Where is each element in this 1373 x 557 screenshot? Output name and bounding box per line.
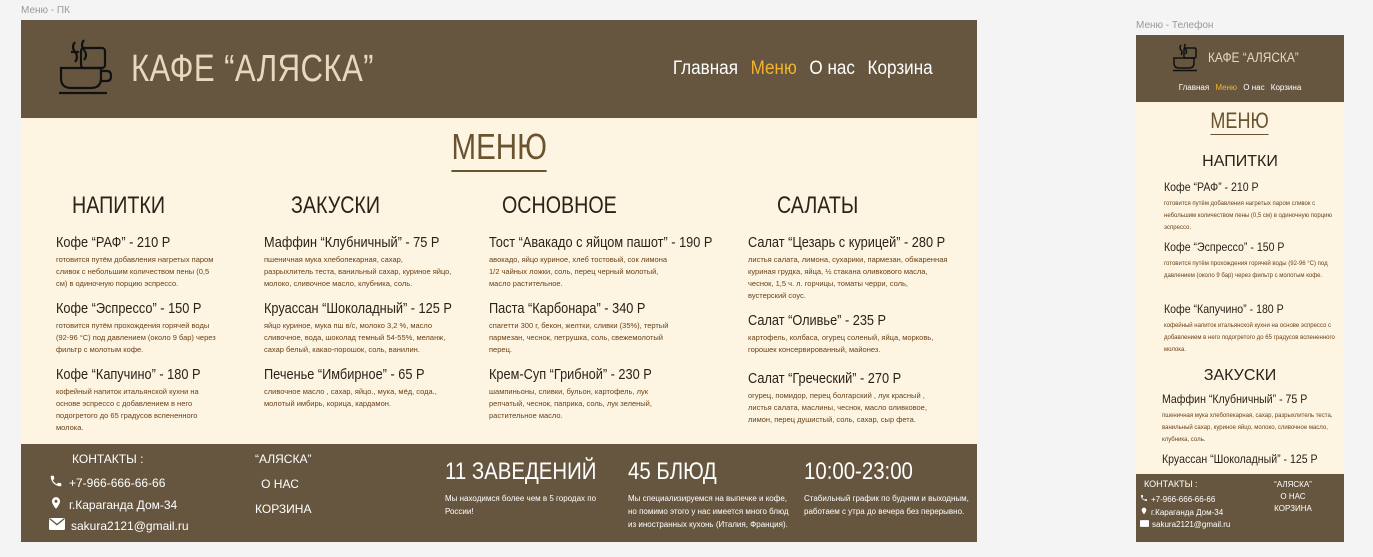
phone-frame-label: Меню - Телефон (1136, 20, 1214, 31)
coffee-logo-icon (57, 38, 113, 102)
menu-item[interactable]: Кофе “Эспрессо” - 150 Р готовится путём … (1164, 240, 1336, 282)
footer-link-about[interactable]: О НАС (255, 477, 305, 491)
address-contact[interactable]: г.Караганда Дом-34 (49, 496, 177, 513)
nav-menu[interactable]: Меню (751, 58, 797, 80)
menu-item[interactable]: Салат “Цезарь с курицей” - 280 Р листья … (748, 234, 948, 302)
phone-contact[interactable]: +7-966-666-66-66 (49, 474, 165, 491)
phone-page-title: МЕНЮ (1210, 108, 1270, 135)
footer-link-brand[interactable]: “АЛЯСКА” (1268, 479, 1318, 491)
phone-nav: Главная Меню О нас Корзина (1136, 83, 1344, 92)
email-contact[interactable]: sakura2121@gmail.ru (49, 518, 189, 533)
menu-item[interactable]: Паста “Карбонара” - 340 Р спагетти 300 г… (489, 300, 679, 356)
column-salads: САЛАТЫ Салат “Цезарь с курицей” - 280 Р … (748, 192, 948, 436)
stat-dishes: 45 БЛЮД Мы специализируемся на выпечке и… (628, 458, 789, 529)
menu-item[interactable]: Салат “Оливье” - 235 Р картофель, колбас… (748, 312, 948, 356)
page-title: МЕНЮ (21, 126, 977, 172)
column-title: ЗАКУСКИ (291, 192, 381, 219)
menu-item[interactable]: Кофе “Эспрессо” - 150 Р готовится путём … (56, 300, 216, 356)
phone-header: КАФЕ “АЛЯСКА” Главная Меню О нас Корзина (1136, 35, 1344, 102)
phone-section-title: НАПИТКИ (1202, 153, 1278, 170)
menu-item[interactable]: Круассан “Шоколадный” - 125 Р (1162, 452, 1334, 466)
column-title: ОСНОВНОЕ (502, 192, 617, 219)
phone-section-title: ЗАКУСКИ (1203, 367, 1277, 384)
footer-link-cart[interactable]: КОРЗИНА (1268, 503, 1318, 515)
column-title: НАПИТКИ (72, 192, 166, 219)
nav-menu[interactable]: Меню (1215, 83, 1237, 92)
column-snacks: ЗАКУСКИ Маффин “Клубничный” - 75 Р пшени… (264, 192, 454, 420)
nav-about[interactable]: О нас (1243, 83, 1264, 92)
address-contact[interactable]: г.Караганда Дом-34 (1140, 507, 1223, 517)
location-pin-icon (1140, 507, 1148, 517)
nav-cart[interactable]: Корзина (868, 58, 933, 80)
phone-contact[interactable]: +7-966-666-66-66 (1140, 494, 1215, 504)
stat-hours: 10:00-23:00 Стабильный график по будням … (804, 458, 969, 516)
menu-item[interactable]: Кофе “Капучино” - 180 Р кофейный напиток… (1164, 302, 1336, 356)
footer-link-about[interactable]: О НАС (1268, 491, 1318, 503)
nav-home[interactable]: Главная (1179, 83, 1209, 92)
location-pin-icon (49, 496, 63, 513)
menu-item[interactable]: Кофе “Капучино” - 180 Р кофейный напиток… (56, 366, 216, 434)
mail-icon (1140, 520, 1149, 529)
mail-icon (49, 518, 65, 533)
footer-links: “АЛЯСКА” О НАС КОРЗИНА (1268, 479, 1318, 515)
nav-home[interactable]: Главная (673, 58, 738, 80)
menu-item[interactable]: Кофе “РАФ” - 210 Р готовится путём добав… (56, 234, 216, 290)
column-drinks: НАПИТКИ Кофе “РАФ” - 210 Р готовится пут… (56, 192, 216, 444)
phone-page: КАФЕ “АЛЯСКА” Главная Меню О нас Корзина… (1136, 35, 1344, 542)
menu-item[interactable]: Печенье “Имбирное” - 65 Р сливочное масл… (264, 366, 454, 410)
desktop-page: КАФЕ “АЛЯСКА” Главная Меню О нас Корзина… (21, 20, 977, 542)
menu-item[interactable]: Тост “Авакадо с яйцом пашот” - 190 Р аво… (489, 234, 712, 290)
contacts-title: КОНТАКТЫ : (1144, 479, 1198, 489)
column-title: САЛАТЫ (777, 192, 859, 219)
menu-item[interactable]: Крем-Суп “Грибной” - 230 Р шампиньоны, с… (489, 366, 679, 422)
menu-item[interactable]: Маффин “Клубничный” - 75 Р пшеничная мук… (264, 234, 454, 290)
main-nav: Главная Меню О нас Корзина (673, 58, 933, 80)
menu-item[interactable]: Салат “Греческий” - 270 Р огурец, помидо… (748, 370, 948, 426)
phone-icon (1140, 494, 1148, 504)
phone-brand-title: КАФЕ “АЛЯСКА” (1208, 49, 1299, 65)
footer-link-brand[interactable]: “АЛЯСКА” (255, 452, 311, 466)
phone-footer: КОНТАКТЫ : +7-966-666-66-66 г.Караганда … (1136, 474, 1344, 542)
desktop-frame-label: Меню - ПК (21, 5, 70, 16)
coffee-logo-icon (1172, 43, 1200, 77)
nav-cart[interactable]: Корзина (1271, 83, 1301, 92)
nav-about[interactable]: О нас (810, 58, 856, 80)
phone-icon (49, 474, 63, 491)
contacts-title: КОНТАКТЫ : (72, 452, 144, 466)
menu-item[interactable]: Кофе “РАФ” - 210 Р готовится путём добав… (1164, 180, 1336, 234)
menu-item[interactable]: Маффин “Клубничный” - 75 Р пшеничная мук… (1162, 392, 1334, 446)
footer: КОНТАКТЫ : +7-966-666-66-66 г.Караганда … (21, 444, 977, 542)
brand-title: КАФЕ “АЛЯСКА” (131, 48, 374, 90)
column-main: ОСНОВНОЕ Тост “Авакадо с яйцом пашот” - … (489, 192, 712, 432)
footer-links: “АЛЯСКА” О НАС КОРЗИНА (255, 452, 311, 527)
header: КАФЕ “АЛЯСКА” Главная Меню О нас Корзина (21, 20, 977, 118)
footer-link-cart[interactable]: КОРЗИНА (255, 502, 311, 516)
menu-item[interactable]: Круассан “Шоколадный” - 125 Р яйцо курин… (264, 300, 454, 356)
stat-locations: 11 ЗАВЕДЕНИЙ Мы находимся более чем в 5 … (445, 458, 597, 516)
email-contact[interactable]: sakura2121@gmail.ru (1140, 520, 1230, 529)
